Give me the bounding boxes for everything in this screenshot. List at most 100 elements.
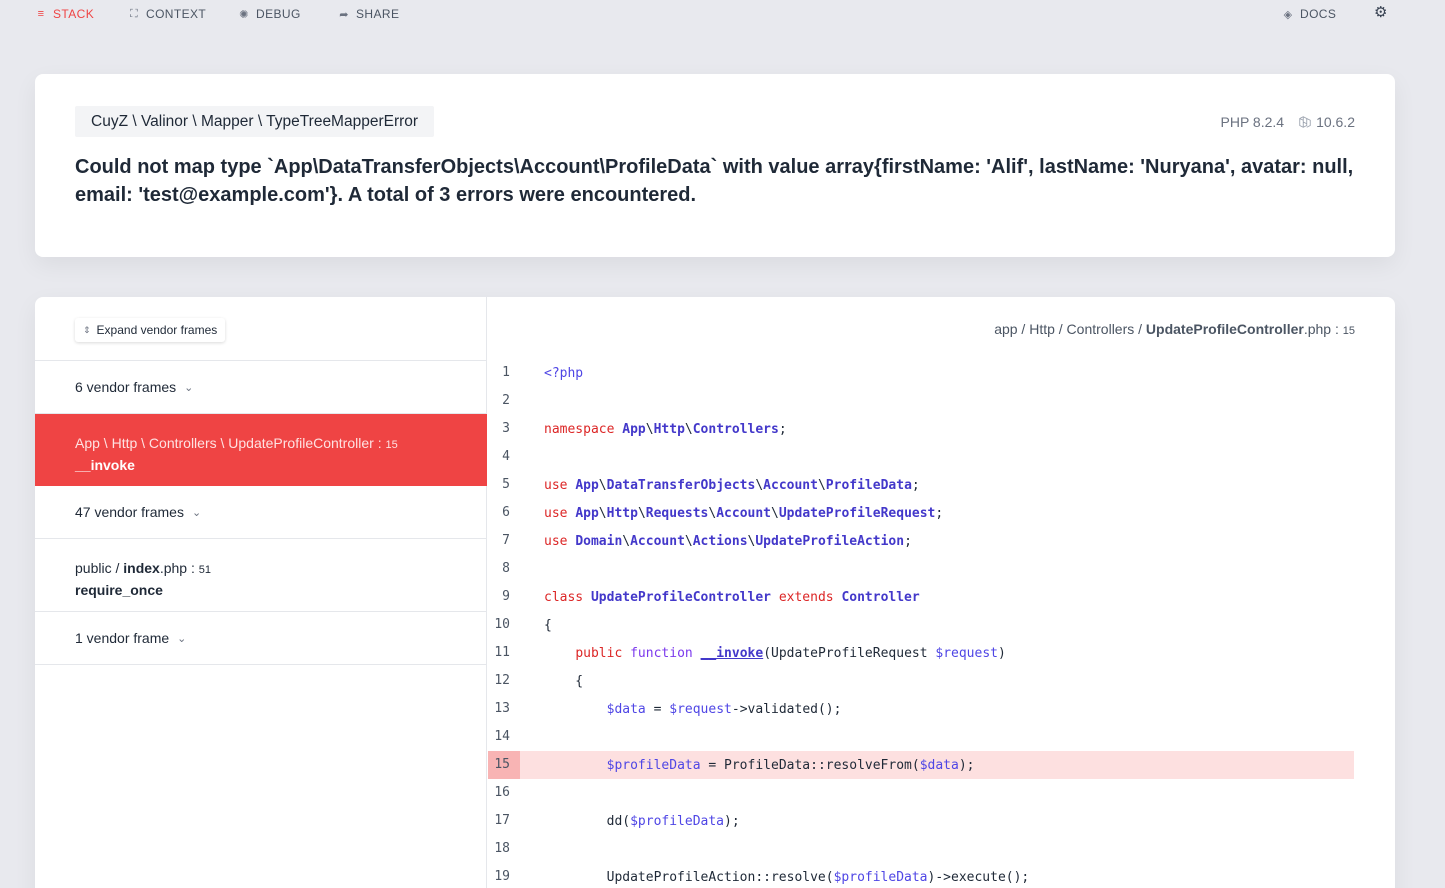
code-text: use App\Http\Requests\Account\UpdateProf… bbox=[544, 505, 944, 521]
version-info: PHP 8.2.4 10.6.2 bbox=[1221, 114, 1356, 130]
chevron-down-icon: ⌄ bbox=[184, 381, 194, 394]
share-icon: ➦ bbox=[339, 8, 349, 21]
tab-debug-label: DEBUG bbox=[256, 7, 301, 21]
code-line[interactable]: 7 use Domain\Account\Actions\UpdateProfil… bbox=[488, 527, 1354, 555]
expand-label: Expand vendor frames bbox=[96, 323, 218, 337]
expand-icon: ⛶ bbox=[129, 7, 139, 20]
stack-frame-selected[interactable]: App \ Http \ Controllers \ UpdateProfile… bbox=[35, 414, 487, 486]
file-path[interactable]: app / Http / Controllers / UpdateProfile… bbox=[994, 321, 1355, 337]
stack-trace-panel: ⇕ Expand vendor frames 6 vendor frames ⌄… bbox=[35, 297, 1395, 888]
code-line[interactable]: 9 class UpdateProfileController extends C… bbox=[488, 583, 1354, 611]
code-text: public function __invoke(UpdateProfileRe… bbox=[575, 645, 1006, 661]
line-number: 7 bbox=[502, 533, 510, 548]
line-number: 12 bbox=[494, 673, 510, 688]
line-number: 9 bbox=[502, 589, 510, 604]
frame-list: ⇕ Expand vendor frames 6 vendor frames ⌄… bbox=[35, 297, 487, 888]
code-line[interactable]: 8 bbox=[488, 555, 1354, 583]
exception-header: CuyZ \ Valinor \ Mapper \ TypeTreeMapper… bbox=[35, 74, 1395, 257]
code-line[interactable]: 6 use App\Http\Requests\Account\UpdatePro… bbox=[488, 499, 1354, 527]
code-line[interactable]: 13 $data = $request->validated(); bbox=[488, 695, 1354, 723]
tab-context-label: CONTEXT bbox=[146, 7, 207, 21]
code-text: $profileData = ProfileData::resolveFrom(… bbox=[606, 757, 975, 773]
chevron-up-down-icon: ⇕ bbox=[83, 324, 91, 335]
code-text: $data = $request->validated(); bbox=[606, 701, 842, 717]
settings-button[interactable]: ⚙ bbox=[1374, 4, 1388, 21]
code-text: namespace App\Http\Controllers; bbox=[544, 421, 787, 437]
top-nav: ≡ STACK ⛶ CONTEXT ✺ DEBUG ➦ SHARE ◈ DOCS… bbox=[0, 0, 1445, 28]
code-line[interactable]: 2 bbox=[488, 387, 1354, 415]
line-number: 16 bbox=[494, 785, 510, 800]
list-icon: ≡ bbox=[37, 8, 45, 20]
frame-method: __invoke bbox=[75, 457, 135, 473]
tab-debug[interactable]: ✺ DEBUG bbox=[238, 6, 301, 22]
vendor-frames-group[interactable]: 1 vendor frame ⌄ bbox=[35, 612, 487, 665]
expand-row: ⇕ Expand vendor frames bbox=[35, 297, 487, 361]
code-line[interactable]: 5 use App\DataTransferObjects\Account\Pro… bbox=[488, 471, 1354, 499]
exception-class: CuyZ \ Valinor \ Mapper \ TypeTreeMapper… bbox=[75, 106, 435, 137]
line-number: 19 bbox=[494, 869, 510, 884]
code-line[interactable]: 14 bbox=[488, 723, 1354, 751]
laravel-version-text: 10.6.2 bbox=[1316, 114, 1355, 130]
php-version: PHP 8.2.4 bbox=[1220, 114, 1285, 130]
frame-class: App \ Http \ Controllers \ UpdateProfile… bbox=[75, 435, 386, 451]
code-line[interactable]: 11 public function __invoke(UpdateProfil… bbox=[488, 639, 1354, 667]
frame-location: public / index.php : 51 bbox=[75, 558, 487, 580]
code-viewer: app / Http / Controllers / UpdateProfile… bbox=[488, 297, 1395, 888]
chevron-down-icon: ⌄ bbox=[191, 506, 202, 519]
laravel-icon: ◈ bbox=[1283, 8, 1293, 21]
docs-label: DOCS bbox=[1300, 7, 1337, 21]
code-line[interactable]: 4 bbox=[488, 443, 1354, 471]
tab-share-label: SHARE bbox=[356, 7, 400, 21]
line-number: 14 bbox=[494, 729, 510, 744]
line-number: 4 bbox=[502, 449, 510, 464]
code-text: UpdateProfileAction::resolve($profileDat… bbox=[544, 869, 1030, 885]
code-block: 1 <?php 2 3 namespace App\Http\Controllers… bbox=[488, 359, 1354, 888]
code-text: <?php bbox=[544, 365, 584, 381]
file-line: 15 bbox=[1342, 325, 1355, 337]
line-number: 13 bbox=[494, 701, 510, 716]
line-number: 18 bbox=[494, 841, 510, 856]
code-text: class UpdateProfileController extends Co… bbox=[544, 589, 920, 605]
code-line[interactable]: 12 { bbox=[488, 667, 1354, 695]
line-number: 8 bbox=[502, 561, 510, 576]
code-line-highlighted[interactable]: 15 $profileData = ProfileData::resolveFr… bbox=[488, 751, 1354, 779]
gear-icon: ⚙ bbox=[1374, 4, 1388, 21]
bug-icon: ✺ bbox=[239, 8, 249, 21]
file-ext: .php : bbox=[1303, 321, 1343, 337]
vendor-frames-group[interactable]: 6 vendor frames ⌄ bbox=[35, 361, 487, 414]
frame-location: App \ Http \ Controllers \ UpdateProfile… bbox=[75, 433, 487, 455]
tab-stack[interactable]: ≡ STACK bbox=[35, 6, 94, 22]
line-number: 1 bbox=[502, 365, 510, 380]
frame-method: require_once bbox=[75, 582, 163, 598]
tab-context[interactable]: ⛶ CONTEXT bbox=[128, 6, 206, 22]
tab-share[interactable]: ➦ SHARE bbox=[338, 6, 399, 22]
code-line[interactable]: 10 { bbox=[488, 611, 1354, 639]
line-number: 5 bbox=[502, 477, 510, 492]
code-line[interactable]: 3 namespace App\Http\Controllers; bbox=[488, 415, 1354, 443]
file-name: UpdateProfileController bbox=[1145, 321, 1304, 337]
frame-path: public / bbox=[75, 560, 124, 576]
line-number: 10 bbox=[494, 617, 510, 632]
code-line[interactable]: 16 bbox=[488, 779, 1354, 807]
code-line[interactable]: 19 UpdateProfileAction::resolve($profile… bbox=[488, 863, 1354, 888]
code-line[interactable]: 1 <?php bbox=[488, 359, 1354, 387]
docs-link[interactable]: ◈ DOCS bbox=[1282, 6, 1336, 22]
laravel-version: 10.6.2 bbox=[1298, 114, 1355, 130]
stack-frame[interactable]: public / index.php : 51 require_once bbox=[35, 539, 487, 612]
line-number: 11 bbox=[494, 645, 510, 660]
code-line[interactable]: 17 dd($profileData); bbox=[488, 807, 1354, 835]
vendor-group-label: 1 vendor frame bbox=[75, 630, 170, 646]
chevron-down-icon: ⌄ bbox=[177, 632, 187, 645]
vendor-group-label: 6 vendor frames bbox=[75, 379, 177, 395]
line-number: 15 bbox=[488, 751, 520, 779]
line-number: 3 bbox=[502, 421, 510, 436]
expand-vendor-frames-button[interactable]: ⇕ Expand vendor frames bbox=[75, 318, 226, 342]
frame-line: 15 bbox=[385, 439, 398, 451]
code-line[interactable]: 18 bbox=[488, 835, 1354, 863]
vendor-frames-group[interactable]: 47 vendor frames ⌄ bbox=[35, 486, 487, 539]
code-text: use Domain\Account\Actions\UpdateProfile… bbox=[544, 533, 912, 549]
vendor-group-label: 47 vendor frames bbox=[75, 504, 184, 520]
tab-stack-label: STACK bbox=[53, 7, 95, 21]
frame-file: index bbox=[123, 560, 160, 576]
code-text: dd($profileData); bbox=[544, 813, 740, 829]
